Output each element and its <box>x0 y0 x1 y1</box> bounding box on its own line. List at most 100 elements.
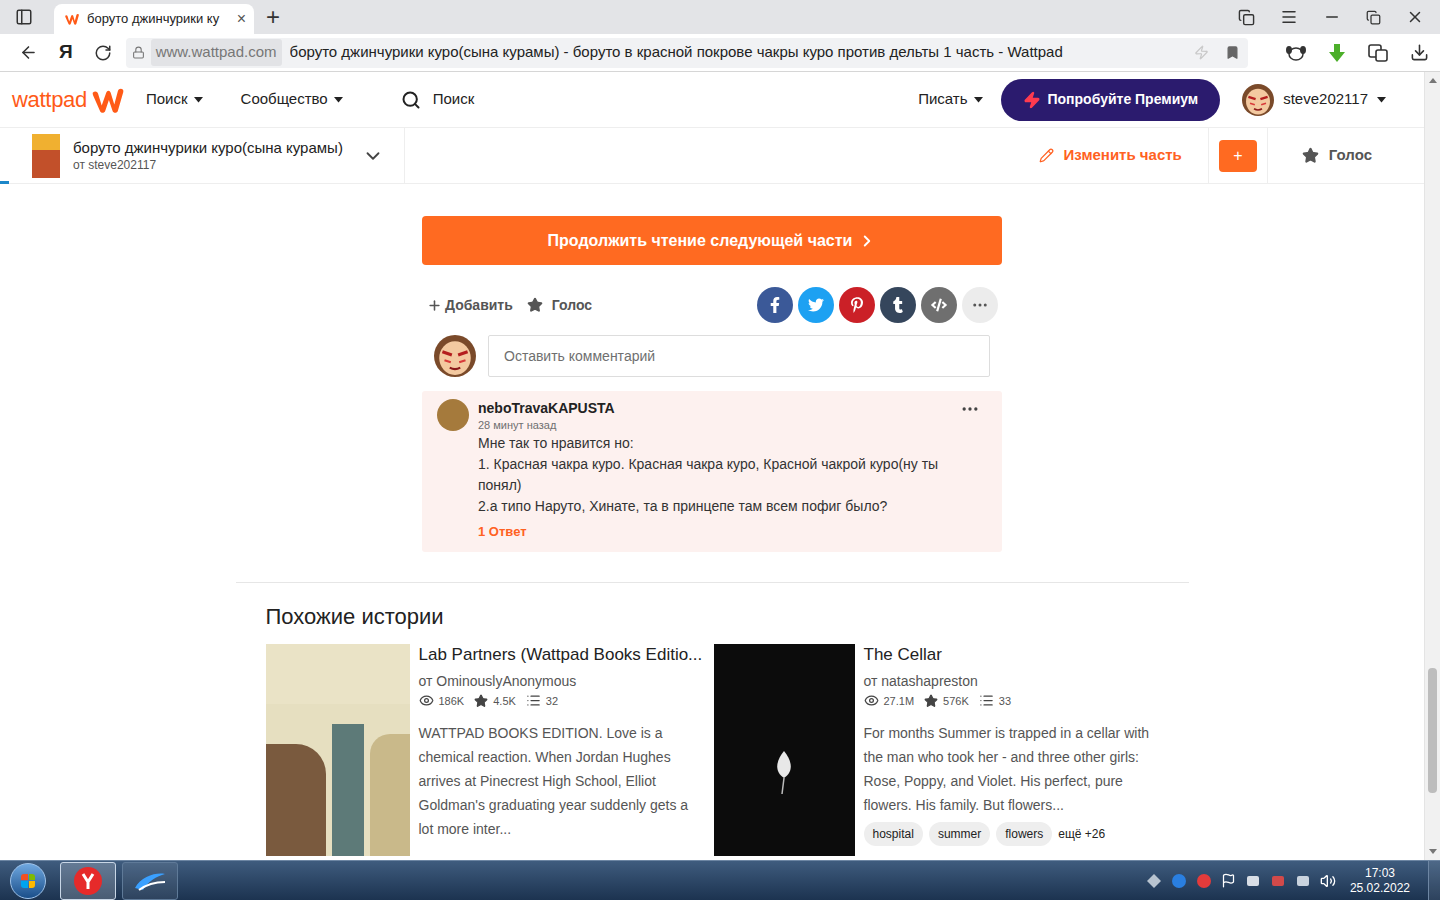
share-button[interactable] <box>757 287 793 323</box>
share-button[interactable] <box>839 287 875 323</box>
story-selector[interactable]: боруто джинчурики куро(сына курамы)от st… <box>0 128 405 183</box>
address-title: боруто джинчурики куро(сына курамы) - бо… <box>290 41 1186 64</box>
start-button[interactable] <box>8 861 48 900</box>
story-card[interactable]: Lab Partners (Wattpad Books Editio... от … <box>266 644 706 856</box>
minimize-icon[interactable] <box>1323 8 1341 26</box>
comment-menu-icon[interactable] <box>960 399 980 419</box>
scroll-down-icon[interactable] <box>1429 843 1437 860</box>
share-button[interactable] <box>921 287 957 323</box>
taskbar-app[interactable] <box>122 862 178 900</box>
tab-title: боруто джинчурики ку <box>87 9 230 29</box>
chevron-down-icon <box>362 145 384 167</box>
tray-rect-icon[interactable] <box>1295 873 1311 889</box>
add-to-list-button[interactable]: Добавить <box>427 295 513 316</box>
commenter-avatar[interactable] <box>437 399 469 431</box>
comment-header: neboTravaKAPUSTA28 минут назад <box>478 399 980 433</box>
tag[interactable]: summer <box>929 822 990 846</box>
logo-text: wattpad <box>12 83 87 116</box>
nav-browse[interactable]: Поиск <box>146 88 203 111</box>
story-author[interactable]: от natashapreston <box>864 671 1154 691</box>
share-button[interactable] <box>798 287 834 323</box>
more-icon <box>971 296 989 314</box>
scroll-up-icon[interactable] <box>1429 72 1437 89</box>
user-menu[interactable]: steve202117 <box>1242 84 1386 116</box>
continue-button[interactable]: Продолжить чтение следующей части <box>422 216 1002 265</box>
flag-red <box>21 874 28 881</box>
vote-action-label: Голос <box>552 295 592 316</box>
comment-user[interactable]: neboTravaKAPUSTA <box>478 399 960 417</box>
flag-green <box>29 874 36 881</box>
story-title[interactable]: Lab Partners (Wattpad Books Editio... <box>419 644 706 666</box>
tag[interactable]: hospital <box>864 822 923 846</box>
back-icon[interactable] <box>19 43 38 62</box>
turbo-icon[interactable] <box>1194 45 1209 60</box>
more-tags[interactable]: ещё +26 <box>1058 825 1105 843</box>
browser-tab[interactable]: боруто джинчурики ку × <box>54 4 254 34</box>
screen: боруто джинчурики ку × + Яwww.wattpad.comбо… <box>0 0 1440 900</box>
story-card[interactable]: The Cellarот natashapreston27.1M576K33Fo… <box>714 644 1154 856</box>
username: steve202117 <box>1283 88 1368 111</box>
close-window-icon[interactable] <box>1406 8 1424 26</box>
tray-circle-icon[interactable] <box>1171 873 1187 889</box>
extension-dog-icon[interactable] <box>1286 44 1306 62</box>
taskbar-apps <box>60 862 178 900</box>
comment-replies[interactable]: 1 Ответ <box>478 522 980 542</box>
comment-line: 2.а типо Наруто, Хинате, та в принцепе т… <box>478 496 980 517</box>
embed-icon <box>931 297 947 313</box>
restore-icon[interactable] <box>1366 10 1381 25</box>
write-menu[interactable]: Писать <box>918 88 982 111</box>
nav-community[interactable]: Сообщество <box>241 88 343 111</box>
flower-icon <box>764 746 804 796</box>
tray-rect-icon[interactable] <box>1245 873 1261 889</box>
vote-action[interactable]: Голос <box>527 295 592 316</box>
extension-download-icon[interactable] <box>1328 43 1346 63</box>
user-avatar-icon[interactable] <box>434 335 476 377</box>
edit-part[interactable]: Изменить часть <box>1039 128 1209 183</box>
user-avatar-icon[interactable] <box>1242 84 1274 116</box>
yandex-button[interactable]: Я <box>59 38 73 67</box>
new-tab-button[interactable]: + <box>266 0 280 34</box>
vote-button[interactable]: Голос <box>1268 128 1424 183</box>
collections-icon[interactable] <box>1238 9 1255 26</box>
story-author[interactable]: от OminouslyAnonymous <box>419 671 706 691</box>
taskbar-app[interactable] <box>60 862 116 900</box>
site-logo[interactable]: wattpad <box>12 82 126 118</box>
scroll-thumb[interactable] <box>1428 668 1437 793</box>
comment-input[interactable]: Оставить комментарий <box>488 335 990 377</box>
wattpad-logo-icon <box>90 82 126 118</box>
sidebar-toggle[interactable] <box>0 0 48 34</box>
premium-button[interactable]: Попробуйте Премиум <box>1001 79 1221 121</box>
bookmark-icon[interactable] <box>1225 45 1240 60</box>
downloads-icon[interactable] <box>1410 43 1429 62</box>
story-cover[interactable] <box>714 644 855 856</box>
star-icon <box>474 694 488 708</box>
action-center-icon[interactable] <box>1221 873 1236 888</box>
tray-rect-icon[interactable] <box>1270 873 1286 889</box>
address-field[interactable]: www.wattpad.comборуто джинчурики куро(сы… <box>126 38 1248 68</box>
tray-circle-icon[interactable] <box>1196 873 1212 889</box>
site-search[interactable]: Поиск <box>401 88 475 111</box>
story-cover[interactable] <box>266 644 410 856</box>
tag[interactable]: flowers <box>996 822 1052 846</box>
star-icon <box>924 694 938 708</box>
edit-label: Изменить часть <box>1064 144 1182 167</box>
add-part-button[interactable]: + <box>1219 140 1257 172</box>
clock[interactable]: 17:0325.02.2022 <box>1350 866 1410 896</box>
volume-icon[interactable] <box>1320 873 1336 889</box>
clock-date: 25.02.2022 <box>1350 881 1410 896</box>
story-description: For months Summer is trapped in a cellar… <box>864 721 1154 817</box>
show-desktop[interactable] <box>1428 861 1440 900</box>
share-button[interactable] <box>962 287 998 323</box>
story-thumbnail <box>32 134 60 178</box>
reload-icon[interactable] <box>94 44 112 62</box>
extension-translate-icon[interactable] <box>1368 43 1388 63</box>
share-button[interactable] <box>880 287 916 323</box>
tray-diamond-icon[interactable] <box>1146 873 1162 889</box>
menu-icon[interactable] <box>1280 8 1298 26</box>
story-title[interactable]: The Cellar <box>864 644 1154 666</box>
scrollbar[interactable] <box>1424 72 1440 860</box>
comment-line: 1. Красная чакра куро. Красная чакра кур… <box>478 454 980 496</box>
votes-stat: 576K <box>924 693 969 710</box>
part-actions: Добавить Голос <box>422 287 1002 323</box>
tab-close[interactable]: × <box>237 11 246 27</box>
